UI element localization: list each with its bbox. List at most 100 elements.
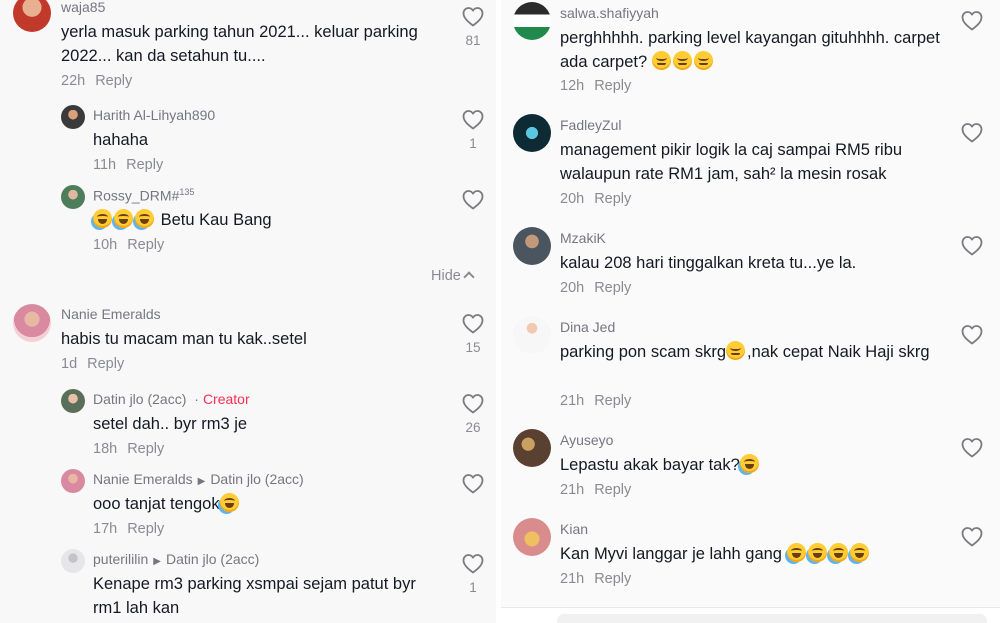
like-count: 1 [469, 136, 477, 151]
avatar[interactable] [61, 105, 85, 129]
comment-meta: 21h Reply [560, 482, 631, 498]
like-button[interactable] [461, 472, 485, 496]
creator-badge: Creator [202, 391, 250, 407]
heart-outline-icon [461, 472, 485, 496]
reply-arrow-icon: ▶ [153, 556, 161, 567]
comment-username[interactable]: Rossy_DRM#135 [93, 187, 194, 204]
like-button[interactable] [960, 121, 984, 145]
comment-text-body: ooo tanjat tengok [93, 495, 220, 513]
reply-to-username[interactable]: Datin jlo (2acc) [166, 551, 259, 567]
comment-username[interactable]: Harith Al-Lihyah890 [93, 107, 215, 123]
laughing-tears-emoji-icon [807, 543, 827, 562]
comment-text-body: Kan Myvi langgar je lahh gang [560, 545, 782, 563]
heart-outline-icon [960, 525, 984, 549]
avatar[interactable] [513, 114, 551, 152]
reply-button[interactable]: Reply [127, 521, 164, 537]
comment-username[interactable]: Nanie Emeralds ▶ Datin jlo (2acc) [93, 471, 304, 487]
like-button[interactable]: 26 [461, 392, 485, 435]
avatar[interactable] [513, 429, 551, 467]
avatar[interactable] [513, 227, 551, 265]
hide-label: Hide [431, 268, 461, 284]
avatar[interactable] [13, 0, 51, 32]
reply-button[interactable]: Reply [594, 393, 631, 409]
reply-button[interactable]: Reply [87, 356, 124, 372]
reply-to-username[interactable]: Datin jlo (2acc) [210, 471, 303, 487]
reply-button[interactable]: Reply [95, 73, 132, 89]
like-button[interactable] [461, 188, 485, 212]
comment-text: Kan Myvi langgar je lahh gang [560, 542, 940, 566]
hide-replies-button[interactable]: Hide [431, 268, 475, 284]
avatar[interactable] [513, 2, 551, 40]
comment-username[interactable]: Dina Jed [560, 319, 615, 335]
avatar[interactable] [513, 316, 551, 354]
comment-meta: 11h Reply [93, 157, 163, 173]
comment-meta: 20h Reply [560, 280, 631, 296]
chevron-up-icon [463, 271, 475, 283]
comment-time: 21h [560, 393, 585, 409]
like-button[interactable] [960, 9, 984, 33]
smirk-emoji-icon [726, 341, 745, 360]
comment-meta: 12h Reply [560, 78, 631, 94]
comment-username[interactable]: salwa.shafiyyah [560, 5, 659, 21]
heart-outline-icon [960, 121, 984, 145]
reply-button[interactable]: Reply [594, 482, 631, 498]
comment-input-bar [501, 607, 1000, 623]
comment-username[interactable]: Datin jlo (2acc) · Creator [93, 391, 250, 407]
comment-text: hahaha [93, 131, 149, 149]
like-button[interactable] [960, 323, 984, 347]
laughing-tears-emoji-icon [93, 209, 112, 228]
comment-text: setel dah.. byr rm3 je [93, 415, 248, 433]
username-text: Nanie Emeralds [93, 471, 193, 487]
comment-username[interactable]: puterililin ▶ Datin jlo (2acc) [93, 551, 259, 567]
comment-username[interactable]: MzakiK [560, 230, 606, 246]
username-text: Rossy_DRM# [93, 187, 180, 204]
grinning-sweat-emoji-icon [651, 51, 671, 70]
reply-button[interactable]: Reply [126, 157, 163, 173]
comment-time: 22h [61, 73, 86, 89]
like-button[interactable]: 1 [461, 552, 485, 595]
like-button[interactable] [960, 525, 984, 549]
avatar[interactable] [61, 469, 85, 493]
like-count: 1 [469, 580, 477, 595]
comment-time: 17h [93, 521, 118, 537]
like-button[interactable] [960, 234, 984, 258]
reply-button[interactable]: Reply [594, 280, 631, 296]
avatar[interactable] [61, 185, 85, 209]
comment-text: habis tu macam man tu kak..setel [61, 330, 307, 348]
like-button[interactable]: 1 [461, 108, 485, 151]
heart-outline-icon [960, 9, 984, 33]
comment-text: Lepastu akak bayar tak? [560, 453, 940, 477]
like-button[interactable]: 15 [461, 312, 485, 355]
comment-meta: 10h Reply [93, 237, 164, 253]
like-button[interactable] [960, 436, 984, 460]
avatar[interactable] [513, 518, 551, 556]
comment-username[interactable]: waja85 [61, 0, 105, 15]
reply-button[interactable]: Reply [594, 571, 631, 587]
username-superscript: 135 [179, 187, 195, 197]
reply-arrow-icon: ▶ [197, 476, 206, 487]
like-button[interactable]: 81 [461, 5, 485, 48]
comment-text-body-2: ,nak cepat Naik Haji skrg [747, 343, 930, 361]
reply-button[interactable]: Reply [594, 191, 631, 207]
avatar[interactable] [61, 389, 85, 413]
heart-outline-icon [960, 436, 984, 460]
comment-username[interactable]: FadleyZul [560, 117, 621, 133]
laughing-tears-emoji-icon [849, 543, 869, 562]
comment-text-body: Lepastu akak bayar tak? [560, 456, 740, 474]
avatar[interactable] [61, 549, 85, 573]
avatar[interactable] [13, 304, 51, 342]
reply-button[interactable]: Reply [127, 441, 164, 457]
heart-outline-icon [461, 312, 485, 336]
reply-button[interactable]: Reply [594, 78, 631, 94]
reply-button[interactable]: Reply [127, 237, 164, 253]
comment-text: Kenape rm3 parking xsmpai sejam patut by… [93, 575, 416, 617]
comment-text: yerla masuk parking tahun 2021... keluar… [61, 23, 418, 65]
comment-username[interactable]: Ayuseyo [560, 432, 613, 448]
comment-meta: 18h Reply [93, 441, 164, 457]
laughing-tears-emoji-icon [219, 493, 239, 512]
comment-username[interactable]: Nanie Emeralds [61, 306, 161, 322]
comment-meta: 21h Reply [560, 571, 631, 587]
left-comment-panel: waja85 yerla masuk parking tahun 2021...… [0, 0, 496, 623]
comment-username[interactable]: Kian [560, 521, 588, 537]
comment-input[interactable] [557, 614, 987, 623]
